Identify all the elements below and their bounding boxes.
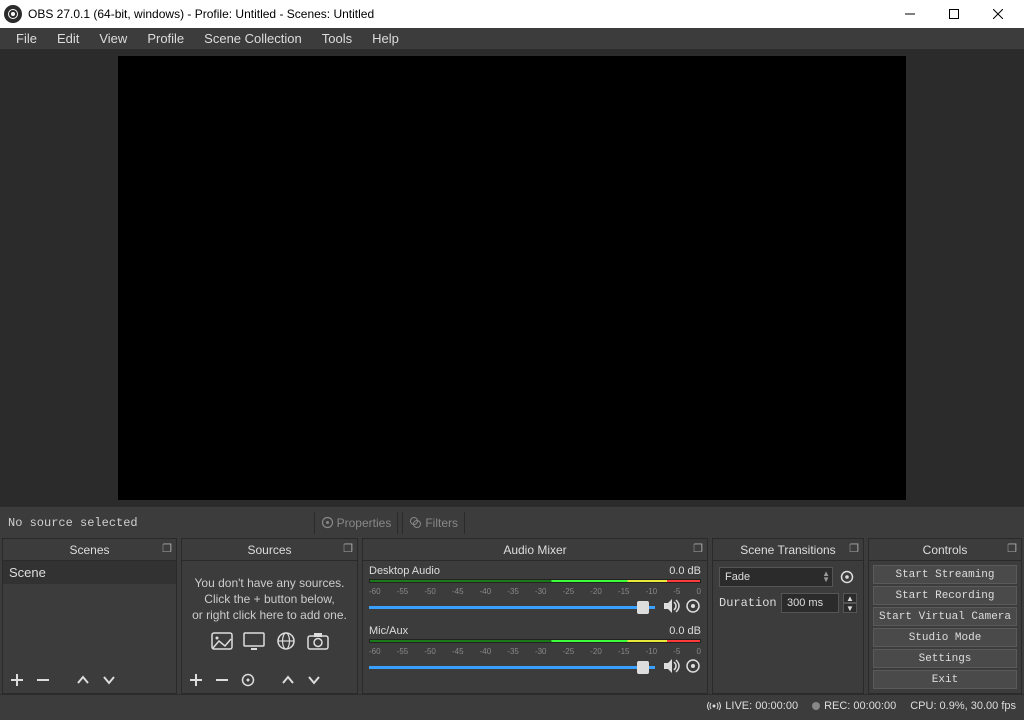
volume-slider[interactable] [369,606,655,609]
add-scene-button[interactable] [7,670,27,690]
scene-item[interactable]: Scene [3,561,176,584]
exit-button[interactable]: Exit [873,670,1017,689]
volume-slider[interactable] [369,666,655,669]
display-source-icon [240,629,268,653]
scenes-dock: Scenes ❐ Scene [2,538,177,694]
duration-input[interactable]: 300 ms [781,593,839,613]
gear-icon[interactable] [685,598,701,617]
start-virtual-camera-button[interactable]: Start Virtual Camera [873,607,1017,626]
minimize-button[interactable] [888,0,932,28]
source-properties-button[interactable] [238,670,258,690]
meter-ticks: -60-55-50-45-40-35-30-25-20-15-10-50 [369,647,701,656]
transitions-dock: Scene Transitions ❐ Fade ▲▼ Duration 300… [712,538,864,694]
add-source-button[interactable] [186,670,206,690]
globe-source-icon [272,629,300,653]
close-button[interactable] [976,0,1020,28]
menubar: File Edit View Profile Scene Collection … [0,28,1024,50]
menu-file[interactable]: File [6,29,47,48]
channel-db: 0.0 dB [669,625,701,637]
audio-mixer-dock: Audio Mixer ❐ Desktop Audio 0.0 dB -60-5… [362,538,708,694]
remove-scene-button[interactable] [33,670,53,690]
controls-header[interactable]: Controls ❐ [869,539,1021,561]
speaker-icon[interactable] [663,598,681,617]
transition-select[interactable]: Fade ▲▼ [719,567,833,587]
gear-icon[interactable] [685,658,701,677]
popout-icon[interactable]: ❐ [693,542,703,555]
popout-icon[interactable]: ❐ [849,542,859,555]
transition-settings-button[interactable] [837,567,857,587]
popout-icon[interactable]: ❐ [343,542,353,555]
rec-status: REC: 00:00:00 [812,700,896,712]
audio-meter [369,579,701,583]
app-icon [4,5,22,23]
sources-dock: Sources ❐ You don't have any sources. Cl… [181,538,358,694]
channel-name: Mic/Aux [369,625,408,637]
move-source-up-button[interactable] [278,670,298,690]
preview-canvas[interactable] [118,56,906,500]
channel-db: 0.0 dB [669,565,701,577]
start-streaming-button[interactable]: Start Streaming [873,565,1017,584]
window-title: OBS 27.0.1 (64-bit, windows) - Profile: … [28,7,888,21]
gear-icon [321,516,334,529]
duration-label: Duration [719,596,777,610]
filters-button[interactable]: Filters [402,512,465,534]
audio-channel-desktop: Desktop Audio 0.0 dB -60-55-50-45-40-35-… [369,565,701,617]
menu-tools[interactable]: Tools [312,29,362,48]
cpu-status: CPU: 0.9%, 30.00 fps [910,700,1016,712]
move-scene-down-button[interactable] [99,670,119,690]
transitions-header[interactable]: Scene Transitions ❐ [713,539,863,561]
move-scene-up-button[interactable] [73,670,93,690]
filters-icon [409,516,422,529]
popout-icon[interactable]: ❐ [162,542,172,555]
remove-source-button[interactable] [212,670,232,690]
menu-edit[interactable]: Edit [47,29,89,48]
camera-source-icon [304,629,332,653]
sources-header[interactable]: Sources ❐ [182,539,357,561]
mixer-header[interactable]: Audio Mixer ❐ [363,539,707,561]
menu-profile[interactable]: Profile [137,29,194,48]
controls-dock: Controls ❐ Start Streaming Start Recordi… [868,538,1022,694]
menu-help[interactable]: Help [362,29,409,48]
duration-down-button[interactable]: ▼ [843,603,857,613]
settings-button[interactable]: Settings [873,649,1017,668]
studio-mode-button[interactable]: Studio Mode [873,628,1017,647]
broadcast-icon [707,701,721,711]
audio-meter [369,639,701,643]
chevron-updown-icon: ▲▼ [822,571,830,583]
menu-view[interactable]: View [89,29,137,48]
live-status: LIVE: 00:00:00 [707,700,798,712]
no-source-label: No source selected [4,516,142,530]
speaker-icon[interactable] [663,658,681,677]
sources-empty[interactable]: You don't have any sources. Click the + … [182,561,357,667]
duration-up-button[interactable]: ▲ [843,593,857,603]
image-source-icon [208,629,236,653]
menu-scene-collection[interactable]: Scene Collection [194,29,312,48]
scenes-header[interactable]: Scenes ❐ [3,539,176,561]
channel-name: Desktop Audio [369,565,440,577]
record-dot-icon [812,702,820,710]
properties-button[interactable]: Properties [314,512,399,534]
move-source-down-button[interactable] [304,670,324,690]
source-toolbar: No source selected Properties Filters [0,506,1024,538]
preview-area [0,50,1024,506]
audio-channel-mic: Mic/Aux 0.0 dB -60-55-50-45-40-35-30-25-… [369,625,701,677]
meter-ticks: -60-55-50-45-40-35-30-25-20-15-10-50 [369,587,701,596]
maximize-button[interactable] [932,0,976,28]
titlebar: OBS 27.0.1 (64-bit, windows) - Profile: … [0,0,1024,28]
popout-icon[interactable]: ❐ [1007,542,1017,555]
statusbar: LIVE: 00:00:00 REC: 00:00:00 CPU: 0.9%, … [0,694,1024,716]
start-recording-button[interactable]: Start Recording [873,586,1017,605]
